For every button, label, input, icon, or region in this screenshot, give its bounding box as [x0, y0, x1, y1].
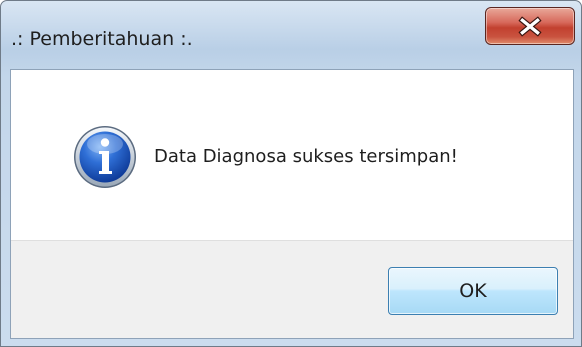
title-bar[interactable]: .: Pemberitahuan :. [1, 1, 581, 69]
message-text: Data Diagnosa sukses tersimpan! [154, 146, 458, 167]
information-icon [74, 126, 136, 188]
ok-button[interactable]: OK [388, 267, 558, 315]
close-icon [518, 16, 542, 37]
window-title: .: Pemberitahuan :. [11, 28, 193, 50]
button-area: OK [11, 240, 573, 338]
dialog-client-area: Data Diagnosa sukses tersimpan! OK [10, 69, 574, 339]
message-area: Data Diagnosa sukses tersimpan! [11, 70, 573, 240]
dialog-window: .: Pemberitahuan :. Data Diagnosa sukses… [0, 0, 582, 347]
close-button[interactable] [485, 7, 575, 45]
